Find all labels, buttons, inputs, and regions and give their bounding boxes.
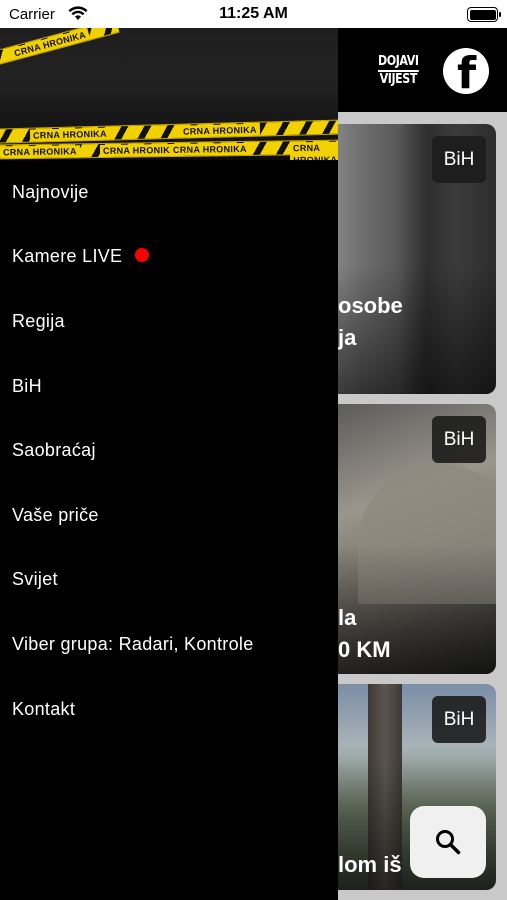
- app-screen: Carrier 11:25 AM DOJAVI VIJEST f BiH oso…: [0, 0, 507, 900]
- vijest-label: VIJEST: [379, 72, 418, 87]
- menu-item-label: Kontakt: [12, 698, 76, 719]
- menu-item-kontakt[interactable]: Kontakt: [0, 677, 338, 742]
- battery-icon: [467, 7, 501, 22]
- menu-item-svijet[interactable]: Svijet: [0, 548, 338, 613]
- navigation-drawer: CRNA HRONIKA CRNA HRONIKA CRNA HRONIKA C…: [0, 28, 338, 900]
- tape-label: CRNA HRONIKA: [169, 142, 250, 156]
- news-card[interactable]: BiH osobe ja: [328, 124, 496, 394]
- dojavi-label: DOJAVI: [378, 54, 419, 72]
- card-title-line: 0 KM: [338, 637, 391, 662]
- card-title-line: lom iš: [338, 852, 402, 877]
- tape-label: CRNA HRONIKA: [179, 123, 260, 138]
- menu-item-najnovije[interactable]: Najnovije: [0, 160, 338, 225]
- status-bar: Carrier 11:25 AM: [0, 0, 507, 28]
- menu-item-label: Saobraćaj: [12, 440, 96, 461]
- search-button[interactable]: [410, 806, 486, 878]
- category-badge: BiH: [432, 136, 486, 183]
- facebook-icon[interactable]: f: [443, 48, 489, 94]
- crime-tape: CRNA HRONIKA CRNA HRONIKA CRNA HRONIKA C…: [0, 139, 338, 160]
- menu-item-saobracaj[interactable]: Saobraćaj: [0, 418, 338, 483]
- drawer-banner: CRNA HRONIKA CRNA HRONIKA CRNA HRONIKA C…: [0, 28, 338, 160]
- card-title-line: osobe: [338, 293, 403, 318]
- news-feed: BiH osobe ja BiH la 0 KM BiH lom iš: [328, 112, 507, 900]
- tape-label: CRNA HRONIKA: [99, 143, 180, 157]
- live-indicator-dot: [135, 247, 150, 262]
- card-title-line: ja: [338, 325, 357, 350]
- app-header: DOJAVI VIJEST f: [338, 28, 507, 112]
- category-badge: BiH: [432, 416, 486, 463]
- status-time: 11:25 AM: [219, 5, 288, 22]
- card-title-line: la: [338, 605, 357, 630]
- menu-item-vase-price[interactable]: Vaše priče: [0, 483, 338, 548]
- tape-label: CRNA HRONIKA: [9, 28, 91, 61]
- menu-item-label: Najnovije: [12, 181, 89, 202]
- facebook-glyph: f: [457, 48, 477, 95]
- menu-item-kamere-live[interactable]: Kamere LIVE: [0, 225, 338, 290]
- menu-item-label: BiH: [12, 375, 42, 396]
- dojavi-vijest-button[interactable]: DOJAVI VIJEST: [378, 54, 419, 87]
- tape-label: CRNA HRONIKA: [289, 141, 338, 160]
- menu-item-label: Svijet: [12, 569, 58, 590]
- menu-item-label: Vaše priče: [12, 504, 99, 525]
- drawer-menu: Najnovije Kamere LIVE Regija BiH Saobrać…: [0, 160, 338, 741]
- news-card[interactable]: BiH la 0 KM: [328, 404, 496, 674]
- category-badge: BiH: [432, 696, 486, 743]
- crime-tape: CRNA HRONIKA: [0, 28, 120, 69]
- tape-label: CRNA HRONIKA: [29, 127, 110, 142]
- search-icon: [436, 830, 461, 855]
- menu-item-regija[interactable]: Regija: [0, 289, 338, 354]
- menu-item-bih[interactable]: BiH: [0, 354, 338, 419]
- menu-item-label: Kamere LIVE: [12, 246, 123, 267]
- menu-item-label: Viber grupa: Radari, Kontrole: [12, 633, 254, 654]
- menu-item-label: Regija: [12, 310, 65, 331]
- tape-label: CRNA HRONIKA: [0, 145, 80, 159]
- menu-item-viber-grupa[interactable]: Viber grupa: Radari, Kontrole: [0, 612, 338, 677]
